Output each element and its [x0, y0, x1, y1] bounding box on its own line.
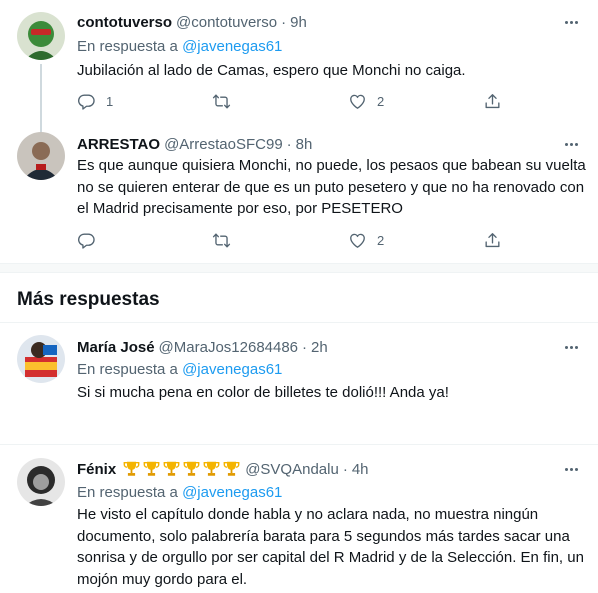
display-name[interactable]: Fénix [77, 461, 116, 478]
like-button[interactable]: 2 [348, 91, 384, 111]
trophy-icon [183, 461, 200, 476]
reply-button[interactable] [77, 230, 106, 250]
tweet-text: He visto el capítulo donde habla y no ac… [77, 506, 584, 588]
tweet-actions: 1 2 [77, 91, 507, 111]
trophy-icon [163, 461, 180, 476]
heart-icon [350, 94, 365, 109]
tweet-contotuverso[interactable]: contotuverso @contotuverso · 9h En respu… [0, 0, 598, 134]
separator-dot: · [281, 13, 287, 31]
reply-count: 1 [106, 93, 114, 109]
reply-to-line: En respuesta a @javenegas61 [77, 361, 282, 378]
reply-prefix: En respuesta a [77, 361, 178, 378]
avatar[interactable] [17, 12, 65, 60]
trophy-icon [203, 461, 220, 476]
more-icon[interactable] [562, 340, 580, 354]
more-icon[interactable] [562, 462, 580, 476]
tweet-text: Jubilación al lado de Camas, espero que … [77, 62, 466, 79]
share-icon [485, 232, 500, 247]
user-handle[interactable]: @contotuverso [176, 14, 277, 31]
user-handle[interactable]: @SVQAndalu [245, 461, 339, 478]
trophy-icon [123, 461, 140, 476]
retweet-button[interactable] [212, 91, 241, 111]
tweet-header: ARRESTAO @ArrestaoSFC99 · 8h [77, 134, 312, 154]
tweet-header: Fénix @SVQAndalu · 4h [77, 459, 369, 479]
tweet-actions: 2 [77, 230, 507, 250]
separator-dot: · [286, 135, 292, 153]
user-handle[interactable]: @MaraJos12684486 [159, 339, 298, 356]
display-name[interactable]: contotuverso [77, 14, 172, 31]
retweet-icon [212, 93, 231, 109]
separator-dot: · [302, 338, 308, 356]
like-button[interactable]: 2 [348, 230, 384, 250]
reply-to-line: En respuesta a @javenegas61 [77, 38, 282, 55]
mention-link[interactable]: @javenegas61 [182, 361, 282, 378]
timestamp[interactable]: 9h [290, 14, 307, 31]
share-button[interactable] [483, 230, 502, 250]
reply-to-line: En respuesta a @javenegas61 [77, 484, 282, 501]
tweet-header: contotuverso @contotuverso · 9h [77, 12, 307, 32]
timestamp[interactable]: 4h [352, 461, 369, 478]
tweet-text: Si si mucha pena en color de billetes te… [77, 384, 449, 401]
tweet-text: Es que aunque quisiera Monchi, no puede,… [77, 157, 586, 217]
trophy-emojis [122, 460, 241, 478]
like-count: 2 [377, 93, 385, 109]
tweet-header: María José @MaraJos12684486 · 2h [77, 337, 328, 357]
separator-dot: · [342, 460, 348, 478]
tweet-arrestao[interactable]: ARRESTAO @ArrestaoSFC99 · 8h Es que aunq… [0, 130, 598, 263]
reply-button[interactable]: 1 [77, 91, 113, 111]
timestamp[interactable]: 8h [296, 136, 313, 153]
display-name[interactable]: ARRESTAO [77, 136, 160, 153]
reply-prefix: En respuesta a [77, 484, 178, 501]
heart-icon [350, 233, 365, 248]
retweet-button[interactable] [212, 230, 241, 250]
section-separator [0, 263, 598, 273]
tweet-maria-jose[interactable]: María José @MaraJos12684486 · 2h En resp… [0, 323, 598, 445]
avatar[interactable] [17, 458, 65, 506]
display-name[interactable]: María José [77, 339, 155, 356]
like-count: 2 [377, 232, 385, 248]
mention-link[interactable]: @javenegas61 [182, 484, 282, 501]
thread-line [40, 64, 42, 134]
mention-link[interactable]: @javenegas61 [182, 38, 282, 55]
share-button[interactable] [483, 91, 502, 111]
tweet-fenix[interactable]: Fénix @SVQAndalu · 4h En respuesta a @ja… [0, 446, 598, 593]
user-handle[interactable]: @ArrestaoSFC99 [164, 136, 283, 153]
timestamp[interactable]: 2h [311, 339, 328, 356]
reply-prefix: En respuesta a [77, 38, 178, 55]
trophy-icon [143, 461, 160, 476]
reply-icon [78, 93, 95, 110]
avatar[interactable] [17, 132, 65, 180]
section-title: Más respuestas [17, 289, 160, 310]
retweet-icon [212, 232, 231, 248]
more-icon[interactable] [562, 15, 580, 29]
reply-icon [78, 232, 95, 249]
avatar[interactable] [17, 335, 65, 383]
more-icon[interactable] [562, 137, 580, 151]
share-icon [485, 93, 500, 108]
trophy-icon [223, 461, 240, 476]
